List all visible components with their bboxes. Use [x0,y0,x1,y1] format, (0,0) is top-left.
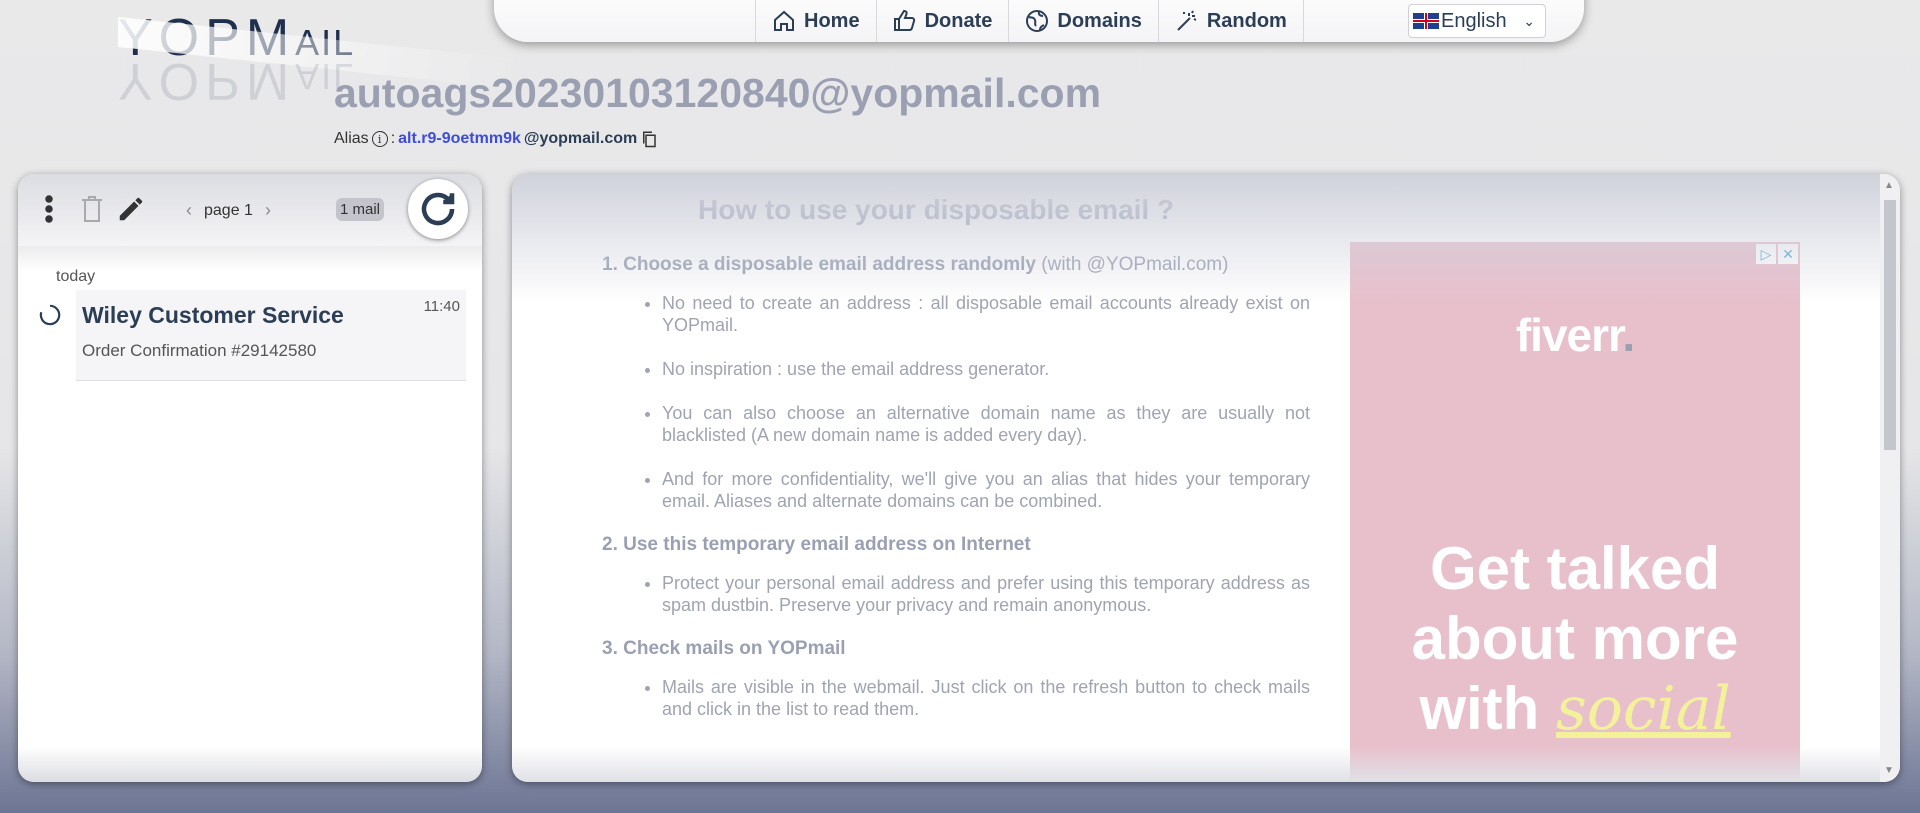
compose-pencil-icon[interactable] [116,194,146,224]
language-select[interactable]: English ⌄ [1408,4,1546,38]
alias-value[interactable]: alt.r9-9oetmm9k [398,130,521,148]
step-2-heading: 2. Use this temporary email address on I… [602,534,1031,555]
list-item: You can also choose an alternative domai… [662,402,1310,446]
nav-home-label: Home [804,9,860,32]
list-item: No inspiration : use the email address g… [662,358,1310,380]
language-label: English [1441,9,1507,32]
nav-donate[interactable]: Donate [875,0,1009,42]
step-1-list: No need to create an address : all dispo… [602,292,1310,512]
current-email-address[interactable]: autoags20230103120840@yopmail.com [334,70,1101,117]
list-item: No need to create an address : all dispo… [662,292,1310,336]
scroll-up-icon[interactable]: ▲ [1884,180,1894,191]
list-item: And for more confidentiality, we'll give… [662,468,1310,512]
next-page-icon[interactable]: › [265,200,271,221]
prev-page-icon[interactable]: ‹ [186,200,192,221]
ad-badge: ▷ ✕ [1756,244,1798,264]
inbox-panel: ‹ page 1 › 1 mail today Wiley Customer S… [18,174,482,782]
step-1-heading: 1. Choose a disposable email address ran… [602,254,1229,275]
loading-spinner-icon [39,304,61,326]
alias-line: Alias i : alt.r9-9oetmm9k @yopmail.com [334,130,658,148]
list-item: Mails are visible in the webmail. Just c… [662,676,1310,720]
howto-content: 1. Choose a disposable email address ran… [602,254,1310,742]
alias-label: Alias [334,130,369,147]
ad-headline: Get talked about more with social [1411,535,1739,744]
globe-icon [1026,10,1049,32]
mail-count-badge: 1 mail [336,198,385,221]
home-icon [774,10,794,31]
magic-wand-icon [1177,10,1197,31]
uk-flag-icon [1413,13,1439,29]
refresh-button[interactable] [408,179,468,239]
mail-subject: Order Confirmation #29142580 [82,341,317,360]
mail-sender: Wiley Customer Service [82,302,344,328]
advertisement[interactable]: ▷ ✕ fiverr. Get talked about more with s… [1350,242,1800,782]
step-2-list: Protect your personal email address and … [602,572,1310,616]
panel-bottom-bar [512,746,1900,782]
nav-menu: Home Donate Domains Random [755,0,1304,42]
pager: ‹ page 1 › [186,200,271,221]
alias-separator: : [390,130,396,147]
trash-icon[interactable] [80,194,104,224]
scroll-down-icon[interactable]: ▼ [1884,765,1894,776]
thumbs-up-icon [893,9,915,31]
ad-close-icon[interactable]: ✕ [1778,244,1798,264]
nav-domains-label: Domains [1057,9,1142,32]
howto-title: How to use your disposable email ? [698,194,1175,225]
logo-reflection: YOPMAIL [118,52,356,110]
step-3-heading: 3. Check mails on YOPmail [602,638,846,659]
alias-domain: @yopmail.com [523,130,638,147]
nav-domains[interactable]: Domains [1008,0,1157,42]
info-icon[interactable]: i [371,131,388,147]
nav-home[interactable]: Home [755,0,876,42]
inbox-bottom-bar [18,746,482,782]
day-header: today [56,268,96,285]
adchoices-icon[interactable]: ▷ [1756,244,1776,264]
refresh-icon [421,192,455,226]
chevron-down-icon: ⌄ [1523,12,1535,29]
mail-list-item[interactable]: Wiley Customer Service Order Confirmatio… [76,290,466,381]
nav-random[interactable]: Random [1157,0,1304,42]
ad-brand-logo: fiverr. [1515,309,1635,361]
step-3-list: Mails are visible in the webmail. Just c… [602,676,1310,720]
mail-time: 11:40 [423,298,460,315]
message-panel: How to use your disposable email ? 1. Ch… [512,174,1900,782]
page-label: page 1 [204,201,253,219]
copy-icon[interactable] [640,130,658,148]
nav-donate-label: Donate [924,9,993,32]
inbox-toolbar: ‹ page 1 › 1 mail [18,174,482,246]
scroll-thumb[interactable] [1884,200,1896,450]
content-scrollbar[interactable]: ▲ ▼ [1880,174,1900,782]
more-vertical-icon[interactable] [42,194,56,224]
list-item: Protect your personal email address and … [662,572,1310,616]
nav-random-label: Random [1206,9,1287,32]
